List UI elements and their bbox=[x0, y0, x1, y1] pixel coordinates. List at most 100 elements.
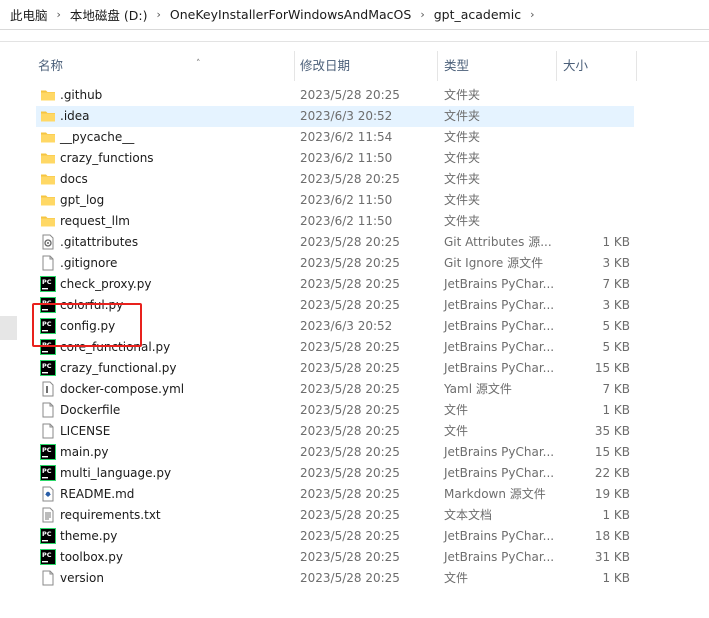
column-divider[interactable] bbox=[556, 51, 557, 81]
file-name: LICENSE bbox=[60, 424, 111, 438]
file-row[interactable]: .github 2023/5/28 20:25 文件夹 bbox=[0, 85, 709, 106]
file-modified-date: 2023/5/28 20:25 bbox=[300, 529, 400, 543]
chevron-right-icon[interactable]: › bbox=[157, 8, 161, 21]
file-type: Git Ignore 源文件 bbox=[444, 256, 544, 270]
folder-icon bbox=[40, 129, 56, 145]
svg-text:PC: PC bbox=[42, 467, 52, 475]
column-header-name[interactable]: 名称 ˄ bbox=[38, 51, 293, 81]
file-row[interactable]: PC check_proxy.py 2023/5/28 20:25 JetBrains… bbox=[0, 274, 709, 295]
breadcrumb-installer-folder[interactable]: OneKeyInstallerForWindowsAndMacOS bbox=[170, 7, 411, 22]
pycharm-icon: PC bbox=[40, 528, 56, 544]
file-modified-date: 2023/5/28 20:25 bbox=[300, 424, 400, 438]
folder-icon bbox=[40, 213, 56, 229]
column-divider[interactable] bbox=[294, 51, 295, 81]
file-row[interactable]: PC theme.py 2023/5/28 20:25 JetBrains PyCha… bbox=[0, 526, 709, 547]
column-header-date[interactable]: 修改日期 bbox=[300, 51, 435, 81]
file-type: 文件 bbox=[444, 571, 469, 585]
file-row[interactable]: .idea 2023/6/3 20:52 文件夹 bbox=[0, 106, 709, 127]
chevron-right-icon[interactable]: › bbox=[57, 8, 61, 21]
file-row[interactable]: requirements.txt 2023/5/28 20:25 文本文档 1 KB bbox=[0, 505, 709, 526]
file-modified-date: 2023/6/3 20:52 bbox=[300, 319, 393, 333]
address-bar[interactable]: 此电脑 › 本地磁盘 (D:) › OneKeyInstallerForWind… bbox=[0, 0, 709, 42]
file-row[interactable]: docs 2023/5/28 20:25 文件夹 bbox=[0, 169, 709, 190]
breadcrumb-this-pc[interactable]: 此电脑 bbox=[10, 5, 48, 24]
file-row[interactable]: .gitignore 2023/5/28 20:25 Git Ignore 源文件 3… bbox=[0, 253, 709, 274]
column-header-name-label: 名称 bbox=[38, 58, 64, 73]
file-modified-date: 2023/5/28 20:25 bbox=[300, 256, 400, 270]
breadcrumb-local-disk[interactable]: 本地磁盘 (D:) bbox=[70, 5, 148, 24]
file-modified-date: 2023/6/2 11:54 bbox=[300, 130, 393, 144]
blank-file-icon bbox=[40, 570, 56, 586]
file-row[interactable]: PC main.py 2023/5/28 20:25 JetBrains PyChar… bbox=[0, 442, 709, 463]
file-type: JetBrains PyChar... bbox=[444, 319, 555, 333]
file-type: 文件夹 bbox=[444, 88, 481, 102]
file-row[interactable]: docker-compose.yml 2023/5/28 20:25 Yaml 源文… bbox=[0, 379, 709, 400]
file-name: docs bbox=[60, 172, 88, 186]
file-row[interactable]: README.md 2023/5/28 20:25 Markdown 源文件 19 K… bbox=[0, 484, 709, 505]
folder-icon bbox=[40, 87, 56, 103]
file-name: Dockerfile bbox=[60, 403, 121, 417]
file-row[interactable]: Dockerfile 2023/5/28 20:25 文件 1 KB bbox=[0, 400, 709, 421]
file-row[interactable]: LICENSE 2023/5/28 20:25 文件 35 KB bbox=[0, 421, 709, 442]
file-size: 1 KB bbox=[602, 571, 630, 585]
file-name: crazy_functions bbox=[60, 151, 154, 165]
highlight-annotation bbox=[32, 303, 142, 347]
file-type: JetBrains PyChar... bbox=[444, 529, 555, 543]
svg-text:PC: PC bbox=[42, 530, 52, 538]
file-row[interactable]: version 2023/5/28 20:25 文件 1 KB bbox=[0, 568, 709, 589]
file-row[interactable]: gpt_log 2023/6/2 11:50 文件夹 bbox=[0, 190, 709, 211]
file-type: 文件夹 bbox=[444, 214, 481, 228]
file-type: JetBrains PyChar... bbox=[444, 277, 555, 291]
file-modified-date: 2023/5/28 20:25 bbox=[300, 445, 400, 459]
file-type: JetBrains PyChar... bbox=[444, 340, 555, 354]
file-row[interactable]: __pycache__ 2023/6/2 11:54 文件夹 bbox=[0, 127, 709, 148]
column-header-size[interactable]: 大小 bbox=[563, 51, 633, 81]
file-name: .idea bbox=[60, 109, 90, 123]
column-header-type[interactable]: 类型 bbox=[444, 51, 554, 81]
file-modified-date: 2023/6/2 11:50 bbox=[300, 151, 393, 165]
file-type: 文件夹 bbox=[444, 151, 481, 165]
file-name: check_proxy.py bbox=[60, 277, 152, 291]
file-type: Markdown 源文件 bbox=[444, 487, 546, 501]
column-divider[interactable] bbox=[636, 51, 637, 81]
file-modified-date: 2023/5/28 20:25 bbox=[300, 361, 400, 375]
file-name: .gitignore bbox=[60, 256, 118, 270]
chevron-right-icon[interactable]: › bbox=[420, 8, 424, 21]
breadcrumb-gpt-academic[interactable]: gpt_academic bbox=[434, 7, 521, 22]
blank-file-icon bbox=[40, 423, 56, 439]
file-modified-date: 2023/5/28 20:25 bbox=[300, 235, 400, 249]
file-type: 文件 bbox=[444, 424, 469, 438]
file-type: JetBrains PyChar... bbox=[444, 550, 555, 564]
file-modified-date: 2023/5/28 20:25 bbox=[300, 550, 400, 564]
file-size: 35 KB bbox=[594, 424, 630, 438]
file-row[interactable]: PC crazy_functional.py 2023/5/28 20:25 JetB… bbox=[0, 358, 709, 379]
file-name: gpt_log bbox=[60, 193, 105, 207]
file-name: toolbox.py bbox=[60, 550, 123, 564]
file-row[interactable]: request_llm 2023/6/2 11:50 文件夹 bbox=[0, 211, 709, 232]
column-divider[interactable] bbox=[437, 51, 438, 81]
file-modified-date: 2023/5/28 20:25 bbox=[300, 382, 400, 396]
file-name: .github bbox=[60, 88, 103, 102]
file-row[interactable]: PC multi_language.py 2023/5/28 20:25 JetBra… bbox=[0, 463, 709, 484]
file-size: 5 KB bbox=[602, 319, 630, 333]
blank-file-icon bbox=[40, 402, 56, 418]
file-name: .gitattributes bbox=[60, 235, 139, 249]
file-name: theme.py bbox=[60, 529, 118, 543]
file-modified-date: 2023/5/28 20:25 bbox=[300, 571, 400, 585]
file-row[interactable]: crazy_functions 2023/6/2 11:50 文件夹 bbox=[0, 148, 709, 169]
file-size: 15 KB bbox=[594, 445, 630, 459]
file-name: crazy_functional.py bbox=[60, 361, 177, 375]
file-row[interactable]: .gitattributes 2023/5/28 20:25 Git Attribu… bbox=[0, 232, 709, 253]
pycharm-icon: PC bbox=[40, 276, 56, 292]
file-modified-date: 2023/5/28 20:25 bbox=[300, 88, 400, 102]
chevron-right-icon[interactable]: › bbox=[530, 8, 534, 21]
breadcrumb: 此电脑 › 本地磁盘 (D:) › OneKeyInstallerForWind… bbox=[0, 0, 709, 30]
file-row[interactable]: PC toolbox.py 2023/5/28 20:25 JetBrains PyC… bbox=[0, 547, 709, 568]
file-modified-date: 2023/5/28 20:25 bbox=[300, 466, 400, 480]
file-type: JetBrains PyChar... bbox=[444, 466, 555, 480]
sort-ascending-icon: ˄ bbox=[196, 59, 201, 69]
file-type: JetBrains PyChar... bbox=[444, 361, 555, 375]
file-name: request_llm bbox=[60, 214, 130, 228]
file-size: 3 KB bbox=[602, 256, 630, 270]
folder-icon bbox=[40, 150, 56, 166]
